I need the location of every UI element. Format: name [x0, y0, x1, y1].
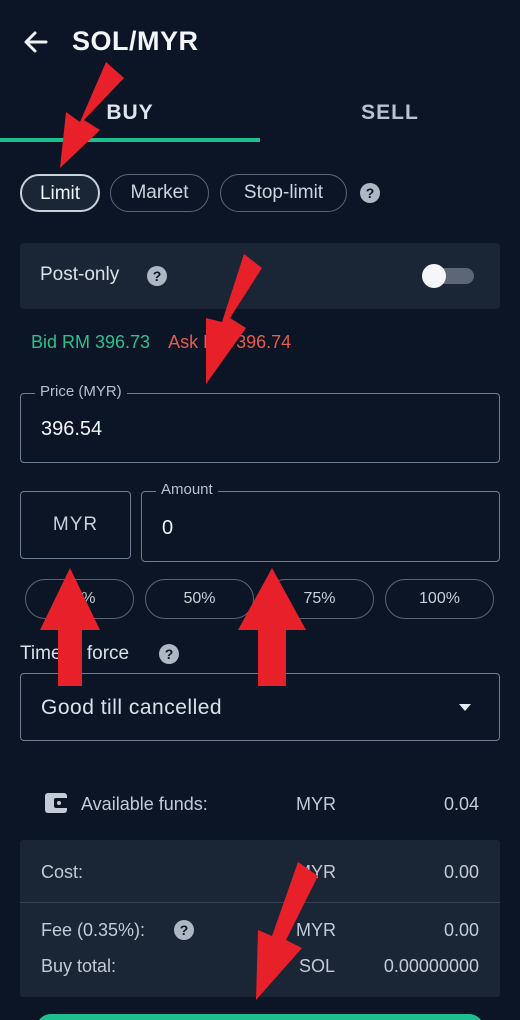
annotation-arrows: [40, 62, 318, 1000]
annotation-arrow-limit: [60, 62, 124, 168]
annotation-arrow-amount: [238, 568, 306, 686]
annotation-arrow-currency: [40, 568, 100, 686]
annotation-arrow-price: [206, 254, 262, 384]
annotation-arrow-total: [256, 862, 318, 1000]
